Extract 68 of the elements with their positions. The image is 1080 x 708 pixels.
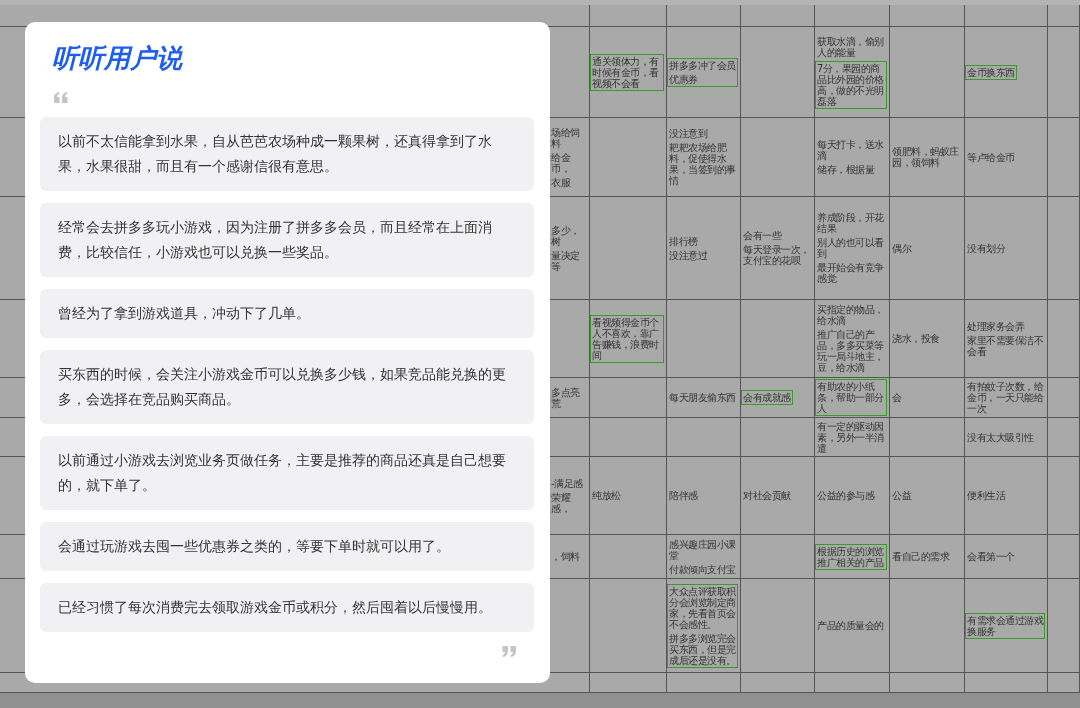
cell-text: 场给饲料 xyxy=(551,126,581,149)
cell-text: 感兴趣庄园小课堂 xyxy=(669,538,737,561)
quote-card: 经常会去拼多多玩小游戏，因为注册了拼多多会员，而且经常在上面消费，比较信任，小游戏也可以兑换一些奖品。 xyxy=(40,203,534,277)
cell-text: 付款倾向支付宝 xyxy=(669,563,736,575)
cell-text: 公益的参与感 xyxy=(817,490,874,501)
cell-text: 通关领体力，有时候有金币，看视频不会看 xyxy=(592,55,660,89)
cell-text: 买指定的物品，给水滴 xyxy=(817,304,885,326)
quote-card: 买东西的时候，会关注小游戏金币可以兑换多少钱，如果竞品能兑换的更多，会选择在竞品购买商品。 xyxy=(40,350,534,424)
quote-card: 以前不太信能拿到水果，自从芭芭农场种成一颗果树，还真得拿到了水果，水果很甜，而且有一个感谢信很有意思。 xyxy=(40,117,534,191)
cell-text: 金币换东西 xyxy=(967,66,1015,78)
quote-icon xyxy=(502,646,516,657)
cell-text: 偶尔 xyxy=(892,242,911,254)
cell-text: 获取水滴，偷别人的能量 xyxy=(817,35,885,58)
cell-text: 7分，果园的商品比外园的价格高，做的不光明磊落 xyxy=(817,62,885,107)
cell-text: 每天朋友偷东西 xyxy=(669,392,736,403)
cell-text: 公益 xyxy=(892,490,911,501)
cell-text: 根据历史的浏览推广相关的产品 xyxy=(817,545,885,568)
cell-text: 最开始会有竞争感觉 xyxy=(817,262,885,284)
cell-text: 对社会贡献 xyxy=(743,490,791,501)
dialog-title: 听听用户说 xyxy=(52,42,182,75)
cell-text: 会看第一个 xyxy=(967,551,1015,562)
cell-text: 有助农的小纸条，帮助一部分人 xyxy=(817,381,885,414)
cell-text: 养成阶段，开花结果 xyxy=(817,212,885,234)
cell-text: 排行榜 xyxy=(669,235,698,247)
cell-text: 每天登录一次，支付宝的花呗 xyxy=(743,244,811,266)
cell-text: 家里不需要保洁不会看 xyxy=(967,334,1044,357)
cell-text: 推广自己的产品，多多买菜等玩一局斗地主，豆，给水滴 xyxy=(817,329,885,373)
cell-text: 处理家务会弄 xyxy=(967,320,1024,332)
cell-text: 有一定的驱动因素，另外一半消遣 xyxy=(817,420,885,454)
cell-text: 多点亮荒 xyxy=(551,386,581,409)
cell-text: 等卢给金币 xyxy=(967,151,1015,163)
cell-text: 便利生活 xyxy=(967,490,1005,501)
cell-text: 纯放松 xyxy=(592,490,621,501)
cell-text: 别人的也可以看到 xyxy=(817,237,885,259)
cell-text: 没有划分 xyxy=(967,242,1005,254)
cell-text: 衣服 xyxy=(551,176,570,188)
cell-text: 有需求会通过游戏换服务 xyxy=(967,614,1043,637)
cell-text: 给金币， xyxy=(551,151,572,174)
cell-text: -满足感 xyxy=(551,477,583,489)
cell-text: 储存，根据量 xyxy=(817,164,874,175)
quote-card: 曾经为了拿到游戏道具，冲动下了几单。 xyxy=(40,289,534,338)
cell-text: 没注意到 xyxy=(669,128,707,139)
cell-text: 没注意过 xyxy=(669,249,707,261)
cell-text: 会有成就感 xyxy=(743,392,791,403)
cell-text: 大众点评获取积分会浏览制定商家，先看首页会不会感性。 xyxy=(669,585,736,630)
cell-text: 看视频得金币个人不喜欢，靠广告赚钱，浪费时间 xyxy=(592,316,660,361)
cell-text: 陪伴感 xyxy=(669,490,698,501)
cell-text: 看自己的需求 xyxy=(892,551,949,562)
cell-text: 量决定等 xyxy=(551,249,581,272)
cell-text: 会 xyxy=(892,392,902,403)
cell-text: 领肥料，蚂蚁庄园，领饲料 xyxy=(892,146,960,168)
quote-icon xyxy=(54,92,68,103)
cell-text: 荣耀感， xyxy=(551,491,572,514)
cell-text: 没有太大吸引性 xyxy=(967,431,1034,443)
cell-text: 每天打卡，送水滴 xyxy=(817,139,885,161)
cell-text: ，饲料 xyxy=(551,551,580,562)
cell-text: 优惠券 xyxy=(669,73,698,85)
quote-card: 以前通过小游戏去浏览业务页做任务，主要是推荐的商品还真是自己想要的，就下单了。 xyxy=(40,436,534,510)
cell-text: 拼多多浏览完会买东西，但是完成后还是没有。 xyxy=(669,632,736,666)
quote-card: 已经习惯了每次消费完去领取游戏金币或积分，然后囤着以后慢慢用。 xyxy=(40,583,534,632)
cell-text: 耙耙农场给肥料，促使得水果，当签到的事情 xyxy=(669,142,737,186)
cell-text: 浇水，投食 xyxy=(892,333,940,344)
cell-text: 会有一些 xyxy=(743,230,781,241)
quote-card: 会通过玩游戏去囤一些优惠券之类的，等要下单时就可以用了。 xyxy=(40,522,534,571)
cell-text: 有拍蚊子次数，给金币，一天只能给一次 xyxy=(967,381,1045,414)
cell-text: 多少，树 xyxy=(551,224,581,247)
cell-text: 拼多多冲了会员 xyxy=(669,59,736,71)
cell-text: 产品的质量会的 xyxy=(817,620,884,631)
